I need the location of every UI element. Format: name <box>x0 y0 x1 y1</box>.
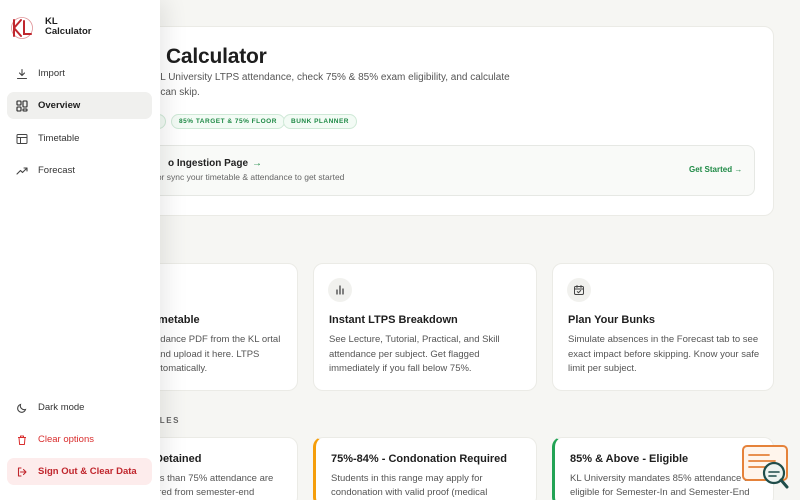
trash-icon <box>15 433 29 447</box>
sign-out-button[interactable]: Sign Out & Clear Data <box>7 458 152 485</box>
pill-bunk-planner: BUNK PLANNER <box>283 114 357 129</box>
pill-target: 85% TARGET & 75% FLOOR <box>171 114 285 129</box>
rule-title: 85% & Above - Eligible <box>570 453 689 465</box>
download-icon <box>15 67 29 81</box>
bar-chart-icon <box>328 278 352 302</box>
arrow-right-icon: → <box>252 158 263 169</box>
ingestion-subtitle: ad or sync your timetable & attendance t… <box>145 172 345 182</box>
ingestion-banner[interactable] <box>110 145 755 196</box>
feature-body: Simulate absences in the Forecast tab to… <box>568 334 760 374</box>
sidebar-item-forecast[interactable]: Forecast <box>7 157 152 184</box>
sidebar: KL Calculator Import Overview Timetable … <box>0 0 160 500</box>
clear-options-button[interactable]: Clear options <box>7 426 152 453</box>
brand-name: KL Calculator <box>45 16 92 37</box>
rule-body: ss than 75% attendance are rred from sem… <box>155 473 274 498</box>
support-chat-icon[interactable] <box>740 443 792 493</box>
feature-body: See Lecture, Tutorial, Practical, and Sk… <box>329 334 500 374</box>
feature-title: Instant LTPS Breakdown <box>329 314 458 326</box>
sidebar-item-import[interactable]: Import <box>7 60 152 87</box>
ingestion-link[interactable]: o Ingestion Page → <box>168 158 262 169</box>
calendar-check-icon <box>567 278 591 302</box>
dashboard-icon <box>15 99 29 113</box>
dark-mode-toggle[interactable]: Dark mode <box>7 394 152 421</box>
sidebar-item-timetable[interactable]: Timetable <box>7 125 152 152</box>
trend-icon <box>15 164 29 178</box>
rule-title: Detained <box>155 453 202 465</box>
table-icon <box>15 132 29 146</box>
feature-title: imetable <box>155 314 200 326</box>
kl-logo-icon <box>11 17 33 39</box>
moon-icon <box>15 401 29 415</box>
feature-title: Plan Your Bunks <box>568 314 656 326</box>
feature-body: ndance PDF from the KL ortal and upload … <box>155 334 281 374</box>
rule-title: 75%-84% - Condonation Required <box>331 453 508 465</box>
get-started-button[interactable]: Get Started → <box>689 165 742 174</box>
rule-body: Students in this range may apply for con… <box>331 473 488 498</box>
logout-icon <box>15 465 29 479</box>
sidebar-item-overview[interactable]: Overview <box>7 92 152 119</box>
